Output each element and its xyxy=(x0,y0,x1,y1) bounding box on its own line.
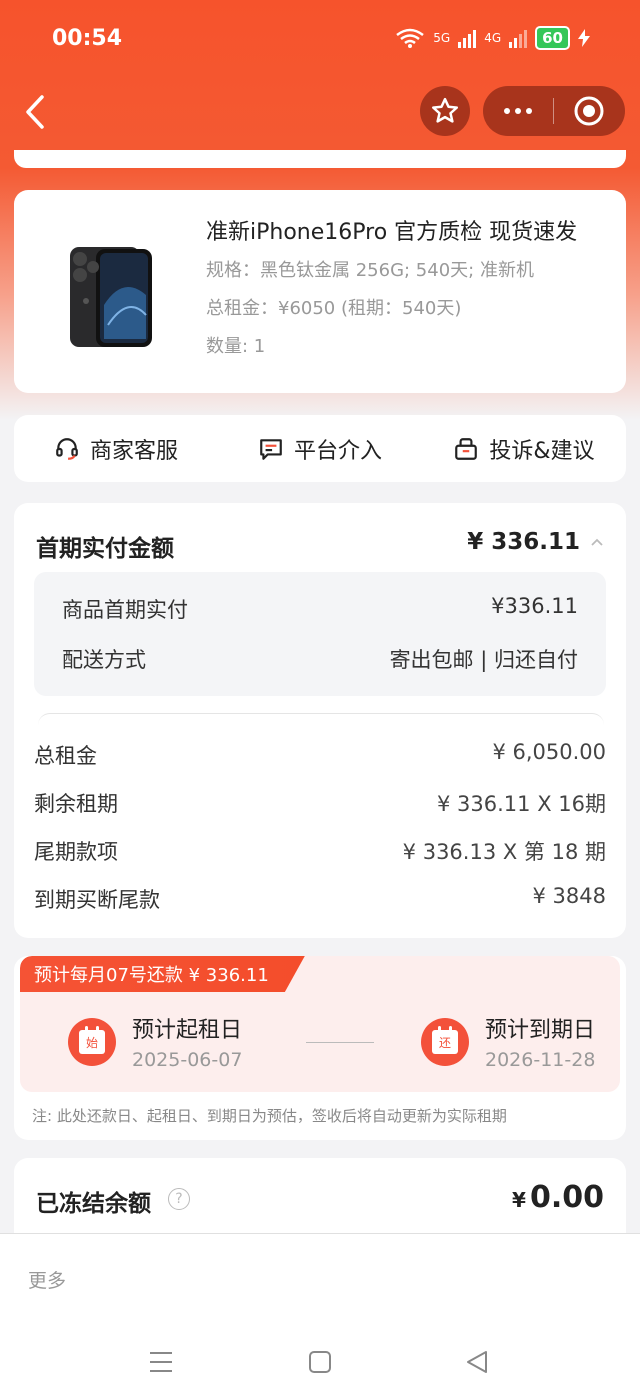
detail-label: 商品首期实付 xyxy=(62,598,188,622)
signal-icon xyxy=(509,28,528,48)
chevron-left-icon xyxy=(26,95,44,129)
payment-detail-box: 商品首期实付 ¥336.11 配送方式 寄出包邮 | 归还自付 xyxy=(34,572,606,696)
headset-icon xyxy=(56,437,78,460)
previous-card-edge xyxy=(14,150,626,168)
detail-row: 商品首期实付 ¥336.11 xyxy=(62,594,578,624)
summary-value: ¥ 6,050.00 xyxy=(492,740,606,764)
merchant-service-button[interactable]: 商家客服 xyxy=(14,433,218,465)
detail-value: 寄出包邮 | 归还自付 xyxy=(389,648,578,672)
chat-icon xyxy=(260,438,282,460)
detail-value: ¥336.11 xyxy=(491,594,578,618)
schedule-card: 预计每月07号还款 ¥ 336.11 始 预计起租日 2025-06-07 还 … xyxy=(14,956,626,1140)
service-bar: 商家客服 平台介入 投诉&建议 xyxy=(14,415,626,482)
wifi-icon xyxy=(396,28,425,48)
battery-level: 60 xyxy=(535,26,570,50)
product-card[interactable]: 准新iPhone16Pro 官方质检 现货速发 规格：黑色钛金属 256G; 5… xyxy=(14,190,626,393)
first-payment-value: ¥ 336.11 xyxy=(467,529,580,555)
frozen-amount: 0.00 xyxy=(529,1180,604,1215)
help-icon[interactable]: ? xyxy=(168,1188,190,1210)
back-button[interactable] xyxy=(22,94,52,130)
summary-row: 总租金 ¥ 6,050.00 xyxy=(34,740,606,770)
repayment-tag: 预计每月07号还款 ¥ 336.11 xyxy=(20,956,305,992)
star-icon xyxy=(432,97,458,123)
start-date-value: 2025-06-07 xyxy=(132,1049,243,1071)
system-navigation-bar xyxy=(150,1351,487,1373)
bottom-panel: 更多 xyxy=(0,1233,640,1400)
summary-row: 到期买断尾款 ¥ 3848 xyxy=(34,884,606,914)
iphone-product-image xyxy=(70,247,152,347)
favorite-button[interactable] xyxy=(420,86,470,136)
network-5g-label: 5G xyxy=(433,31,451,45)
complaint-suggestion-label: 投诉&建议 xyxy=(489,438,595,464)
frozen-balance-label: 已冻结余额 xyxy=(36,1191,151,1217)
more-menu-button[interactable] xyxy=(483,86,553,136)
mini-program-capsule xyxy=(483,86,625,136)
product-total-rent: 总租金：¥6050 (租期：540天) xyxy=(206,298,462,319)
start-date-label: 预计起租日 xyxy=(132,1018,243,1043)
currency-symbol: ¥ xyxy=(512,1188,526,1212)
merchant-service-label: 商家客服 xyxy=(89,438,178,464)
schedule-panel: 预计每月07号还款 ¥ 336.11 始 预计起租日 2025-06-07 还 … xyxy=(20,956,620,1092)
summary-label: 尾期款项 xyxy=(34,840,118,864)
target-icon xyxy=(574,96,604,126)
chevron-up-icon[interactable] xyxy=(590,535,604,549)
network-4g-label: 4G xyxy=(484,31,502,45)
status-time: 00:54 xyxy=(52,26,123,51)
more-button[interactable]: 更多 xyxy=(28,1266,66,1293)
detail-row: 配送方式 寄出包邮 | 归还自付 xyxy=(62,644,578,674)
platform-intervene-button[interactable]: 平台介入 xyxy=(218,433,422,465)
menu-icon[interactable] xyxy=(150,1352,172,1372)
summary-row: 剩余租期 ¥ 336.11 X 16期 xyxy=(34,788,606,818)
back-triangle-icon[interactable] xyxy=(467,1351,487,1373)
home-icon[interactable] xyxy=(309,1351,331,1373)
product-quantity: 数量: 1 xyxy=(206,336,266,357)
summary-label: 剩余租期 xyxy=(34,792,118,816)
navigation-bar xyxy=(0,86,640,138)
schedule-note: 注: 此处还款日、起租日、到期日为预估，签收后将自动更新为实际租期 xyxy=(32,1107,507,1125)
signal-icon xyxy=(458,28,477,48)
status-bar: 00:54 5G 4G 60 xyxy=(0,0,640,80)
schedule-connector xyxy=(306,1042,374,1043)
status-icons: 5G 4G 60 xyxy=(395,26,590,50)
complaint-suggestion-button[interactable]: 投诉&建议 xyxy=(422,433,626,465)
detail-label: 配送方式 xyxy=(62,648,146,672)
product-title: 准新iPhone16Pro 官方质检 现货速发 xyxy=(206,220,578,245)
first-payment-label: 首期实付金额 xyxy=(36,536,174,562)
end-date-label: 预计到期日 xyxy=(485,1018,596,1043)
calendar-end-icon: 还 xyxy=(421,1018,469,1066)
close-mini-program-button[interactable] xyxy=(554,86,624,136)
end-date-value: 2026-11-28 xyxy=(485,1049,596,1071)
product-spec: 规格：黑色钛金属 256G; 540天; 准新机 xyxy=(206,260,534,281)
summary-row: 尾期款项 ¥ 336.13 X 第 18 期 xyxy=(34,836,606,866)
summary-label: 总租金 xyxy=(34,744,97,768)
calendar-start-icon: 始 xyxy=(68,1018,116,1066)
charging-icon xyxy=(578,29,590,47)
summary-value: ¥ 3848 xyxy=(532,884,606,908)
feedback-icon xyxy=(455,437,478,460)
summary-value: ¥ 336.11 X 16期 xyxy=(437,792,606,816)
summary-value: ¥ 336.13 X 第 18 期 xyxy=(402,840,606,864)
summary-label: 到期买断尾款 xyxy=(34,888,160,912)
divider xyxy=(38,713,604,725)
frozen-balance-value: ¥0.00 xyxy=(512,1180,604,1215)
platform-intervene-label: 平台介入 xyxy=(293,438,382,464)
payment-card: 首期实付金额 ¥ 336.11 商品首期实付 ¥336.11 配送方式 寄出包邮… xyxy=(14,503,626,938)
